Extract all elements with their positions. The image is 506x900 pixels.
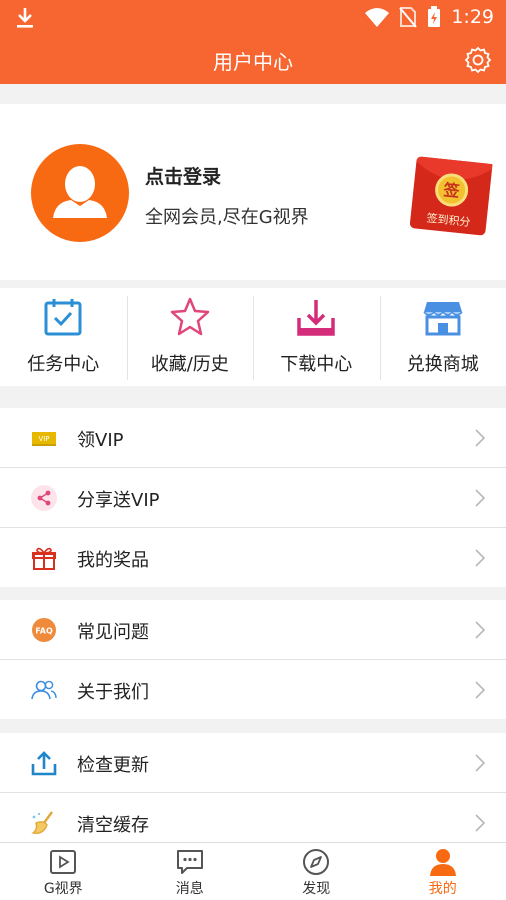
menu-item-faq[interactable]: FAQ 常见问题: [0, 600, 506, 660]
store-icon: [422, 296, 464, 338]
bottom-nav: G视界 消息 发现 我的: [0, 842, 506, 900]
quick-exchange-mall-label: 兑换商城: [380, 350, 506, 376]
chevron-right-icon: [474, 753, 486, 773]
sign-in-red-packet[interactable]: 签 签到积分: [407, 154, 495, 238]
people-icon: [30, 676, 58, 704]
broom-icon: [30, 809, 58, 837]
chat-bubble-icon: [175, 847, 205, 877]
download-tray-icon: [295, 296, 337, 338]
menu-group-vip: VIP 领VIP 分享送VIP 我的奖品: [0, 408, 506, 587]
menu-item-label: 我的奖品: [77, 546, 149, 572]
menu-item-label: 关于我们: [77, 678, 149, 704]
share-icon: [30, 484, 58, 512]
quick-download-center[interactable]: 下载中心: [253, 288, 380, 386]
nav-mine[interactable]: 我的: [380, 843, 506, 900]
nav-g-vision[interactable]: G视界: [0, 843, 127, 900]
person-icon: [428, 847, 458, 877]
profile-card[interactable]: 点击登录 全网会员,尽在G视界 签 签到积分: [0, 104, 506, 280]
battery-charging-icon: [427, 6, 441, 28]
menu-item-label: 领VIP: [77, 426, 123, 452]
no-sim-icon: [399, 6, 417, 28]
default-user-icon: [31, 144, 129, 242]
status-time: 1:29: [451, 6, 494, 28]
vip-ticket-icon: VIP: [30, 424, 58, 452]
menu-item-label: 分享送VIP: [77, 486, 159, 512]
faq-icon: FAQ: [30, 616, 58, 644]
star-icon: [169, 296, 211, 338]
avatar[interactable]: [31, 144, 129, 242]
quick-favorites-history[interactable]: 收藏/历史: [127, 288, 254, 386]
chevron-right-icon: [474, 680, 486, 700]
upload-icon: [30, 749, 58, 777]
nav-discover[interactable]: 发现: [253, 843, 380, 900]
status-bar: 1:29: [0, 0, 506, 36]
menu-item-label: 常见问题: [77, 618, 149, 644]
nav-label: G视界: [0, 878, 127, 898]
nav-messages[interactable]: 消息: [127, 843, 254, 900]
menu-item-check-update[interactable]: 检查更新: [0, 733, 506, 793]
quick-favorites-history-label: 收藏/历史: [127, 350, 254, 376]
menu-group-help: FAQ 常见问题 关于我们: [0, 600, 506, 719]
menu-item-label: 检查更新: [77, 751, 149, 777]
nav-label: 我的: [380, 878, 506, 898]
chevron-right-icon: [474, 548, 486, 568]
menu-item-about-us[interactable]: 关于我们: [0, 660, 506, 719]
task-calendar-icon: [42, 296, 84, 338]
menu-item-share-vip[interactable]: 分享送VIP: [0, 468, 506, 528]
chevron-right-icon: [474, 428, 486, 448]
quick-task-center[interactable]: 任务中心: [0, 288, 127, 386]
quick-actions: 任务中心 收藏/历史 下载中心 兑换商城: [0, 288, 506, 386]
vip-badge-text: VIP: [38, 435, 49, 443]
chevron-right-icon: [474, 488, 486, 508]
nav-label: 消息: [127, 878, 254, 898]
compass-icon: [301, 847, 331, 877]
video-play-icon: [48, 847, 78, 877]
chevron-right-icon: [474, 813, 486, 833]
chevron-right-icon: [474, 620, 486, 640]
menu-group-system: 检查更新 清空缓存: [0, 733, 506, 852]
wifi-icon: [365, 7, 389, 27]
gift-icon: [30, 544, 58, 572]
nav-label: 发现: [253, 878, 380, 898]
red-packet-center-text: 签: [442, 180, 462, 201]
profile-slogan: 全网会员,尽在G视界: [145, 203, 309, 229]
settings-gear-icon[interactable]: [464, 46, 492, 74]
menu-item-get-vip[interactable]: VIP 领VIP: [0, 408, 506, 468]
menu-item-label: 清空缓存: [77, 811, 149, 837]
quick-download-center-label: 下载中心: [253, 350, 380, 376]
app-header: 用户中心: [0, 36, 506, 84]
quick-task-center-label: 任务中心: [0, 350, 127, 376]
faq-badge-text: FAQ: [35, 627, 53, 636]
download-notification-icon: [14, 6, 36, 30]
menu-item-my-prizes[interactable]: 我的奖品: [0, 528, 506, 587]
login-link[interactable]: 点击登录: [145, 162, 221, 189]
page-title: 用户中心: [0, 46, 506, 75]
quick-exchange-mall[interactable]: 兑换商城: [380, 288, 506, 386]
